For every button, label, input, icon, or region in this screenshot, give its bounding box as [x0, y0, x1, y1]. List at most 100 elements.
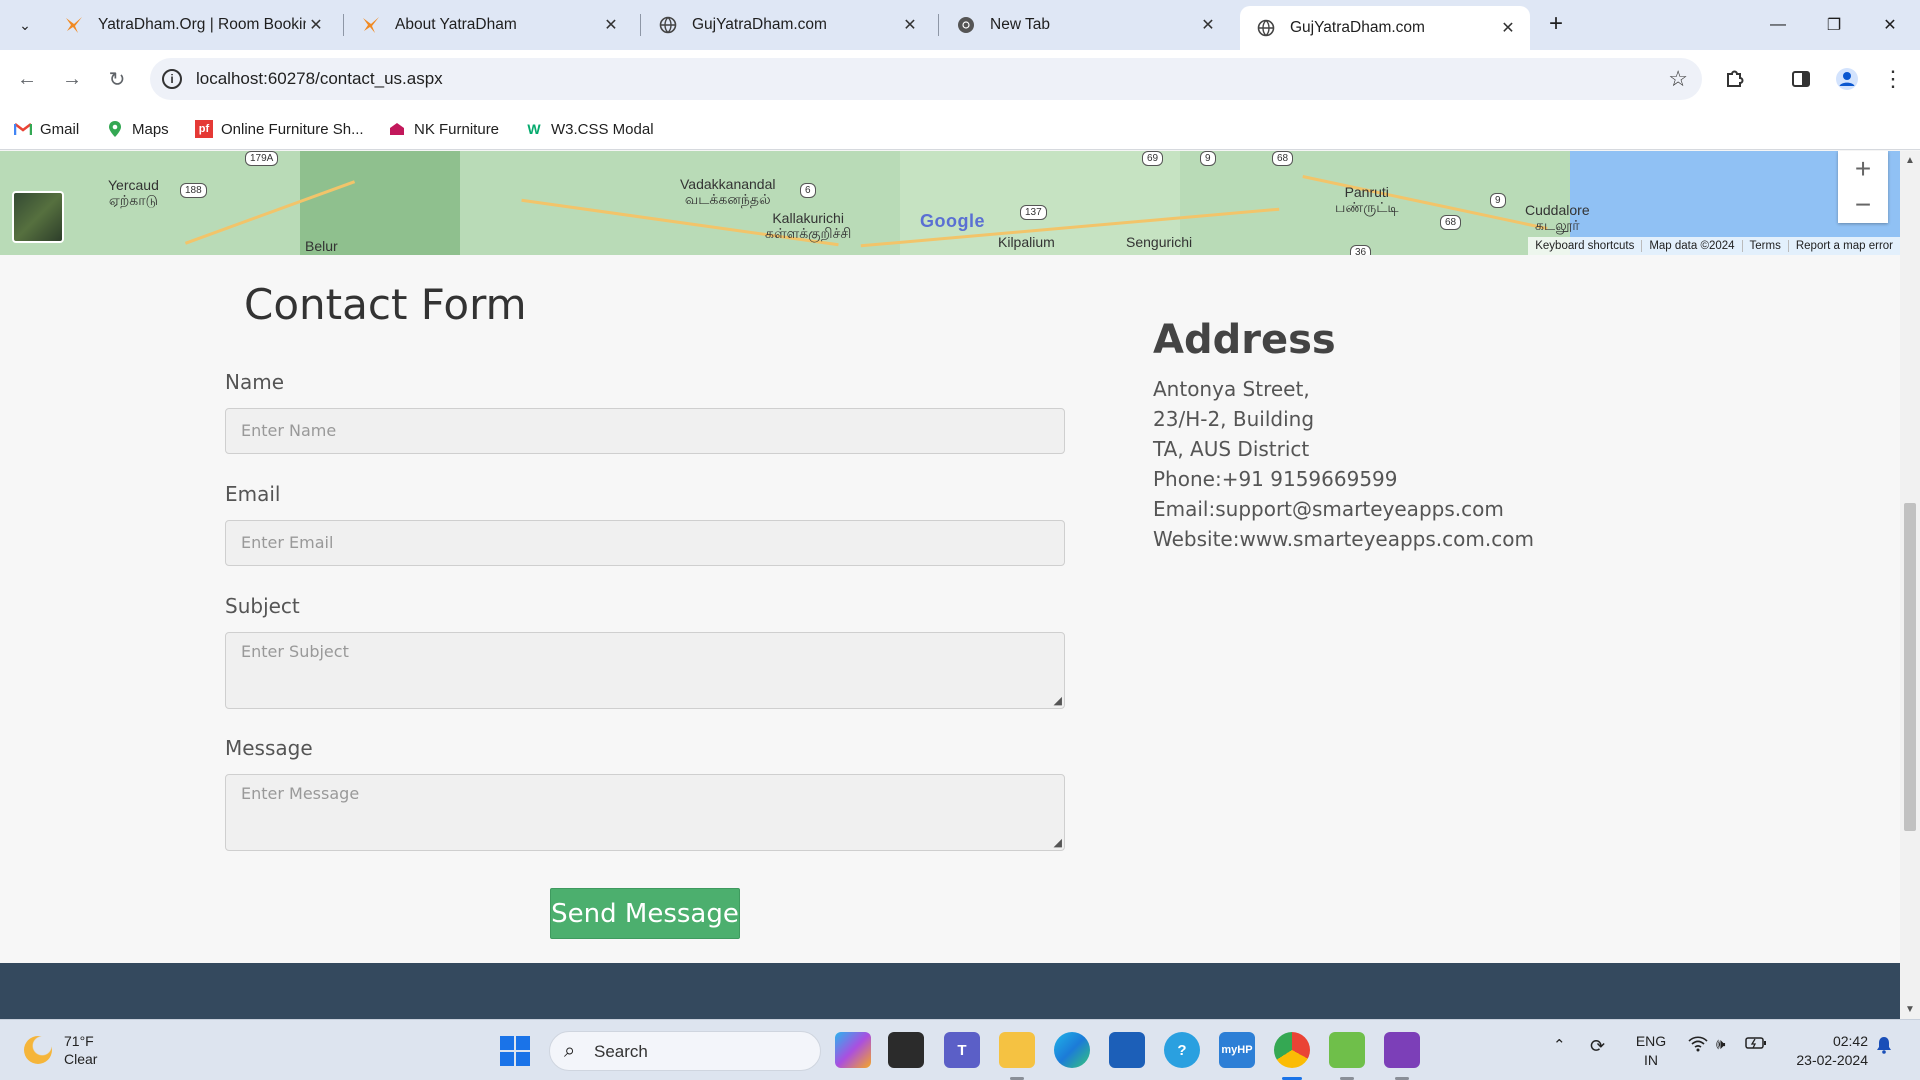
page-scrollbar[interactable]: ▲ ▼: [1900, 151, 1920, 1019]
map-place-name: Kallakurichi: [772, 210, 844, 226]
browser-tab-active[interactable]: GujYatraDham.com ✕: [1240, 6, 1530, 50]
resize-grip-icon[interactable]: ◢: [1054, 694, 1062, 707]
arrow-left-icon: ←: [17, 67, 37, 90]
address-bar[interactable]: i localhost:60278/contact_us.aspx ☆: [150, 58, 1702, 100]
zoom-in-button[interactable]: +: [1838, 151, 1888, 187]
name-label: Name: [225, 370, 285, 394]
browser-tab[interactable]: New Tab ✕: [940, 6, 1230, 44]
file-explorer-icon[interactable]: [999, 1032, 1035, 1068]
close-icon[interactable]: ✕: [1198, 15, 1218, 35]
browser-tab[interactable]: GujYatraDham.com ✕: [642, 6, 932, 44]
map-place-name: Cuddalore: [1525, 202, 1590, 218]
reload-button[interactable]: ↻: [100, 62, 134, 96]
weather-widget[interactable]: 71°F Clear: [24, 1032, 97, 1068]
notification-bell-icon[interactable]: [1876, 1036, 1892, 1058]
terms-link[interactable]: Terms: [1741, 240, 1788, 252]
map-place-name: Yercaud: [108, 177, 159, 193]
avatar-icon: [1836, 68, 1858, 90]
sync-icon[interactable]: ⟳: [1590, 1036, 1605, 1057]
window-close-button[interactable]: ✕: [1870, 8, 1910, 42]
taskbar-search-box[interactable]: ⌕ Search: [549, 1031, 821, 1071]
myhp-icon[interactable]: myHP: [1219, 1032, 1255, 1068]
copilot-icon[interactable]: [835, 1032, 871, 1068]
chrome-icon: [956, 15, 976, 35]
google-logo: Google: [920, 211, 985, 231]
bookmark-star-icon[interactable]: ☆: [1668, 66, 1688, 92]
get-help-icon[interactable]: ?: [1164, 1032, 1200, 1068]
report-map-error-link[interactable]: Report a map error: [1787, 240, 1900, 252]
bookmark-online-furniture[interactable]: pf Online Furniture Sh...: [195, 116, 364, 142]
chevron-down-icon: ⌄: [19, 16, 31, 33]
close-icon[interactable]: ✕: [900, 15, 920, 35]
app-icon[interactable]: [1329, 1032, 1365, 1068]
contact-page-content: Contact Form Name Enter Name Email Enter…: [0, 255, 1900, 963]
bookmark-w3css-modal[interactable]: W W3.CSS Modal: [525, 116, 653, 142]
close-icon[interactable]: ✕: [601, 15, 621, 35]
volume-icon[interactable]: 🕪: [1716, 1036, 1725, 1053]
keyboard-shortcuts-link[interactable]: Keyboard shortcuts: [1528, 240, 1641, 252]
message-label: Message: [225, 736, 313, 760]
chrome-taskbar-icon[interactable]: [1274, 1032, 1310, 1068]
site-info-icon[interactable]: i: [162, 69, 182, 89]
map-zoom-controls: + −: [1838, 151, 1888, 223]
language-code: ENG: [1635, 1033, 1667, 1049]
map-data-label: Map data ©2024: [1641, 240, 1741, 252]
name-input[interactable]: Enter Name: [225, 408, 1065, 454]
profile-button[interactable]: [1830, 62, 1864, 96]
new-tab-button[interactable]: +: [1542, 11, 1570, 39]
browser-tab[interactable]: YatraDham.Org | Room Booking ✕: [48, 6, 338, 44]
bookmark-maps[interactable]: Maps: [106, 116, 169, 142]
chevron-up-icon[interactable]: ⌃: [1553, 1036, 1566, 1054]
browser-tab[interactable]: About YatraDham ✕: [345, 6, 633, 44]
scroll-up-arrow-icon[interactable]: ▲: [1905, 155, 1915, 166]
furniture-icon: [388, 120, 406, 138]
subject-textarea[interactable]: Enter Subject ◢: [225, 632, 1065, 709]
back-button[interactable]: ←: [10, 62, 44, 96]
yatradham-logo-icon: [361, 15, 381, 35]
system-clock[interactable]: 02:42 23-02-2024: [1786, 1032, 1868, 1070]
map-place-label: Belur: [305, 238, 338, 254]
restore-button[interactable]: ❐: [1814, 8, 1854, 42]
map-road-shield: 9: [1490, 193, 1506, 208]
url-text[interactable]: localhost:60278/contact_us.aspx: [196, 69, 443, 89]
side-panel-button[interactable]: [1784, 62, 1818, 96]
map-road-shield: 188: [180, 183, 207, 198]
bookmark-nk-furniture[interactable]: NK Furniture: [388, 116, 499, 142]
embedded-map[interactable]: 179A 188 6 137 69 9 68 9 68 36 Yercaud ஏ…: [0, 151, 1900, 255]
address-phone: Phone:+91 9159669599: [1153, 467, 1398, 491]
extensions-button[interactable]: [1718, 62, 1752, 96]
message-textarea[interactable]: Enter Message ◢: [225, 774, 1065, 851]
scroll-down-arrow-icon[interactable]: ▼: [1905, 1004, 1915, 1015]
map-place-label: Yercaud ஏற்காடு: [108, 178, 159, 208]
satellite-toggle-button[interactable]: [12, 191, 64, 243]
wifi-icon[interactable]: [1688, 1036, 1708, 1056]
zoom-out-button[interactable]: −: [1838, 187, 1888, 223]
chrome-menu-button[interactable]: ⋮: [1876, 62, 1910, 96]
task-view-icon[interactable]: [888, 1032, 924, 1068]
close-icon[interactable]: ✕: [1498, 18, 1518, 38]
close-icon[interactable]: ✕: [306, 15, 326, 35]
tab-search-button[interactable]: ⌄: [8, 9, 42, 41]
bookmark-label: Maps: [132, 120, 169, 138]
minimize-button[interactable]: —: [1758, 8, 1798, 42]
resize-grip-icon[interactable]: ◢: [1054, 836, 1062, 849]
microsoft-store-icon[interactable]: [1109, 1032, 1145, 1068]
bookmark-label: Gmail: [40, 120, 80, 138]
w3-icon: W: [527, 121, 541, 137]
bookmark-gmail[interactable]: Gmail: [14, 116, 79, 142]
teams-icon[interactable]: T: [944, 1032, 980, 1068]
windows-start-icon[interactable]: [500, 1036, 530, 1066]
pf-icon: pf: [195, 120, 213, 138]
edge-icon[interactable]: [1054, 1032, 1090, 1068]
scrollbar-thumb[interactable]: [1904, 503, 1916, 831]
send-message-button[interactable]: Send Message: [550, 888, 740, 939]
email-input[interactable]: Enter Email: [225, 520, 1065, 566]
tab-title: GujYatraDham.com: [692, 16, 827, 33]
language-indicator[interactable]: ENG IN: [1633, 1032, 1669, 1070]
visual-studio-icon[interactable]: [1384, 1032, 1420, 1068]
forward-button[interactable]: →: [55, 62, 89, 96]
battery-icon[interactable]: [1745, 1036, 1767, 1054]
map-road-shield: 68: [1440, 215, 1462, 230]
puzzle-icon: [1727, 70, 1744, 87]
map-place-label: Panruti பண்ருட்டி: [1335, 185, 1399, 215]
